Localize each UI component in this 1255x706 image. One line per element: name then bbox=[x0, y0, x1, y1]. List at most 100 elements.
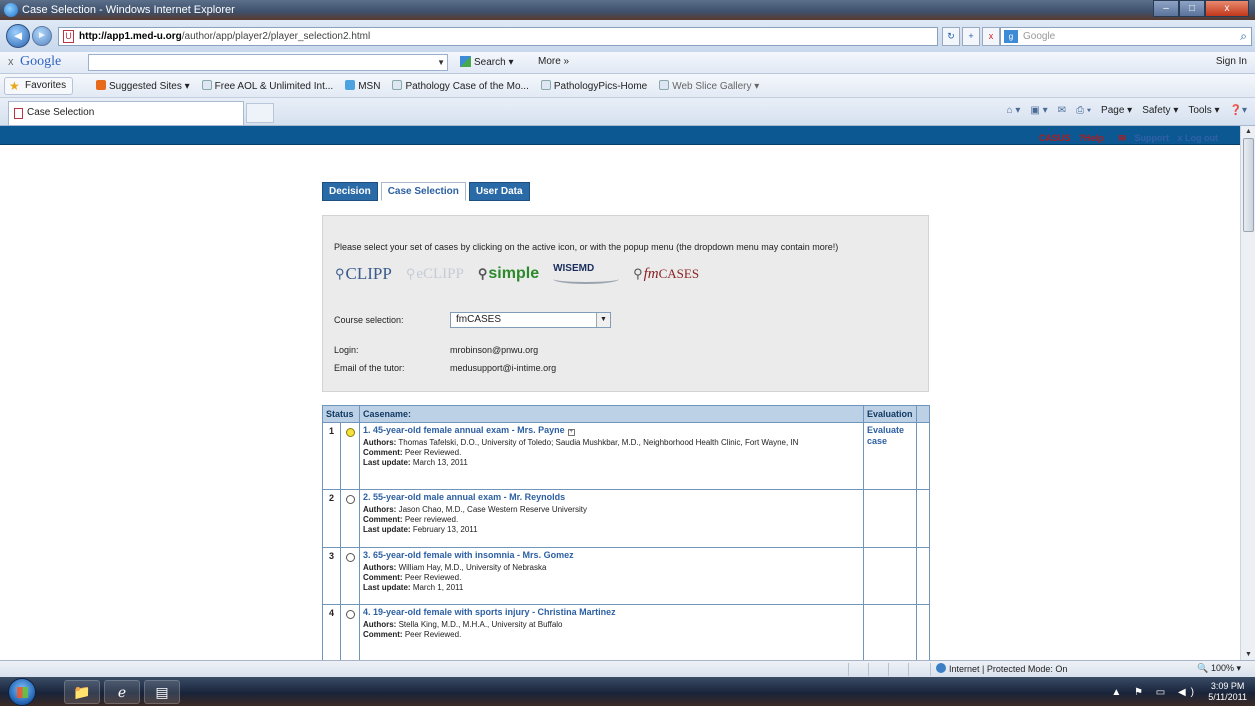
clipp-logo-button[interactable]: ⚲ CLIPP bbox=[335, 264, 392, 284]
google-search-box[interactable]: g Google ⌕ bbox=[1000, 27, 1252, 46]
status-divider bbox=[908, 663, 909, 676]
case-evaluation bbox=[863, 547, 918, 605]
case-evaluation: Evaluate case bbox=[863, 422, 918, 490]
page-menu[interactable]: Page ▾ bbox=[1101, 105, 1132, 116]
favorites-button[interactable]: ★ Favorites bbox=[4, 77, 74, 95]
table-spacer-cell bbox=[916, 489, 931, 548]
support-link[interactable]: ✉ Support bbox=[1112, 133, 1169, 143]
feeds-icon[interactable]: ▣ ▾ bbox=[1030, 105, 1047, 116]
google-search-placeholder: Google bbox=[1023, 31, 1056, 42]
google-search-button[interactable]: Search ▾ bbox=[460, 56, 513, 68]
tab-case-selection[interactable]: Case Selection bbox=[380, 182, 466, 201]
case-title-link[interactable]: 2. 55-year-old male annual exam - Mr. Re… bbox=[363, 492, 565, 502]
case-details: 2. 55-year-old male annual exam - Mr. Re… bbox=[359, 489, 865, 548]
tab-decision[interactable]: Decision bbox=[322, 182, 378, 201]
ie-taskbar-icon[interactable]: ℯ bbox=[104, 680, 140, 704]
google-toolbar-input[interactable]: ▼ bbox=[88, 54, 448, 71]
course-selection-label: Course selection: bbox=[334, 315, 404, 325]
maximize-button[interactable]: □ bbox=[1179, 0, 1205, 17]
explorer-taskbar-icon[interactable]: 📁 bbox=[64, 680, 100, 704]
google-signin-button[interactable]: Sign In bbox=[1216, 56, 1247, 67]
google-more-button[interactable]: More » bbox=[538, 56, 569, 67]
suggested-sites-icon bbox=[96, 80, 106, 90]
address-tools: ↻ + x bbox=[942, 27, 1000, 46]
back-button[interactable]: ◄ bbox=[6, 24, 30, 48]
scroll-down-icon[interactable]: ▼ bbox=[1243, 649, 1254, 660]
compatibility-icon[interactable]: + bbox=[962, 27, 980, 46]
forward-button[interactable]: ► bbox=[32, 26, 52, 46]
favorites-bar: ★ Favorites Suggested Sites ▾ Free AOL &… bbox=[0, 74, 1255, 98]
wisemd-logo-button[interactable]: WISEMD bbox=[553, 264, 620, 284]
expand-icon[interactable]: + bbox=[567, 429, 575, 436]
favorites-links: Suggested Sites ▾ Free AOL & Unlimited I… bbox=[96, 80, 759, 92]
case-status bbox=[339, 489, 361, 548]
case-authors: Thomas Tafelski, D.O., University of Tol… bbox=[398, 438, 799, 447]
stethoscope-icon: ⚲ bbox=[335, 266, 345, 281]
help-icon[interactable]: ❓▾ bbox=[1230, 105, 1247, 116]
case-title-link[interactable]: 3. 65-year-old female with insomnia - Mr… bbox=[363, 550, 574, 560]
safety-menu[interactable]: Safety ▾ bbox=[1142, 105, 1178, 116]
case-title-link[interactable]: 1. 45-year-old female annual exam - Mrs.… bbox=[363, 425, 565, 435]
close-window-button[interactable]: x bbox=[1205, 0, 1249, 17]
clock[interactable]: 3:09 PM 5/11/2011 bbox=[1208, 681, 1247, 703]
print-icon[interactable]: ⎙ ▾ bbox=[1076, 105, 1091, 116]
case-radio-selected[interactable] bbox=[345, 428, 355, 437]
toolbar-close-icon[interactable]: x bbox=[8, 56, 14, 68]
evaluation-header: Evaluation bbox=[863, 405, 918, 423]
search-icon[interactable]: ⌕ bbox=[1240, 28, 1247, 45]
case-title-link[interactable]: 4. 19-year-old female with sports injury… bbox=[363, 607, 616, 617]
site-favicon-icon: U bbox=[63, 30, 74, 43]
mail-icon: ✉ bbox=[1118, 133, 1126, 143]
table-row: 4 4. 19-year-old female with sports inju… bbox=[322, 604, 931, 660]
case-authors: Stella King, M.D., M.H.A., University at… bbox=[398, 620, 563, 629]
case-number: 3 bbox=[322, 547, 341, 605]
app-taskbar-icon[interactable]: ▤ bbox=[144, 680, 180, 704]
eclipp-logo: ⚲ eCLIPP bbox=[405, 265, 464, 282]
read-mail-icon[interactable]: ✉ bbox=[1058, 105, 1066, 116]
site-favicon-icon bbox=[14, 108, 23, 119]
course-select[interactable]: fmCASES ▼ bbox=[450, 312, 611, 328]
home-icon[interactable]: ⌂ ▾ bbox=[1007, 105, 1021, 116]
favorite-link-aol[interactable]: Free AOL & Unlimited Int... bbox=[201, 80, 333, 92]
minimize-button[interactable]: – bbox=[1153, 0, 1179, 17]
start-button[interactable] bbox=[8, 678, 36, 706]
command-bar: ⌂ ▾ ▣ ▾ ✉ ⎙ ▾ Page ▾ Safety ▾ Tools ▾ ❓▾ bbox=[1007, 105, 1247, 116]
logout-link[interactable]: x Log out bbox=[1178, 133, 1219, 143]
help-link[interactable]: ?Help bbox=[1079, 133, 1104, 143]
refresh-icon[interactable]: ↻ bbox=[942, 27, 960, 46]
favorite-link-pathology-case[interactable]: Pathology Case of the Mo... bbox=[392, 80, 529, 92]
chevron-down-icon[interactable]: ▼ bbox=[437, 55, 445, 70]
case-radio[interactable] bbox=[345, 495, 355, 504]
favorite-link-web-slice[interactable]: Web Slice Gallery ▾ bbox=[659, 80, 759, 92]
page-scrollbar[interactable]: ▲ ▼ bbox=[1240, 126, 1255, 660]
case-authors: Jason Chao, M.D., Case Western Reserve U… bbox=[398, 505, 587, 514]
fmcases-logo-button[interactable]: ⚲ fm CASES bbox=[633, 266, 699, 283]
favorite-link-pathologypics[interactable]: PathologyPics-Home bbox=[540, 80, 647, 92]
table-spacer-cell bbox=[916, 547, 931, 605]
browser-tab-case-selection[interactable]: Case Selection bbox=[8, 101, 244, 125]
tab-user-data[interactable]: User Data bbox=[468, 182, 530, 201]
address-bar[interactable]: U http://app1.med-u.org/author/app/playe… bbox=[58, 27, 938, 46]
scrollbar-thumb[interactable] bbox=[1243, 138, 1254, 232]
scroll-up-icon[interactable]: ▲ bbox=[1243, 126, 1254, 137]
status-divider bbox=[848, 663, 849, 676]
table-row: 1 1. 45-year-old female annual exam - Mr… bbox=[322, 422, 931, 490]
case-details: 3. 65-year-old female with insomnia - Mr… bbox=[359, 547, 865, 605]
favorite-link-suggested[interactable]: Suggested Sites ▾ bbox=[96, 80, 190, 92]
zoom-control[interactable]: 🔍 100% ▾ bbox=[1197, 663, 1241, 674]
tools-menu[interactable]: Tools ▾ bbox=[1188, 105, 1219, 116]
selection-instructions: Please select your set of cases by click… bbox=[334, 242, 839, 252]
tray-icons[interactable]: ▲ ⚑ ▭ ◀) bbox=[1111, 687, 1199, 698]
security-zone[interactable]: Internet | Protected Mode: On bbox=[936, 663, 1067, 674]
simple-logo-button[interactable]: ⚲ simple bbox=[478, 265, 539, 283]
case-radio[interactable] bbox=[345, 610, 355, 619]
url-path: /author/app/player2/player_selection2.ht… bbox=[181, 31, 371, 42]
evaluate-case-link[interactable]: Evaluate case bbox=[867, 425, 904, 446]
chevron-down-icon[interactable]: ▼ bbox=[596, 313, 610, 327]
case-radio[interactable] bbox=[345, 553, 355, 562]
case-authors: William Hay, M.D., University of Nebrask… bbox=[398, 563, 547, 572]
stop-icon[interactable]: x bbox=[982, 27, 1000, 46]
new-tab-button[interactable] bbox=[246, 103, 274, 123]
selection-panel: Please select your set of cases by click… bbox=[322, 215, 929, 392]
favorite-link-msn[interactable]: MSN bbox=[345, 80, 380, 92]
